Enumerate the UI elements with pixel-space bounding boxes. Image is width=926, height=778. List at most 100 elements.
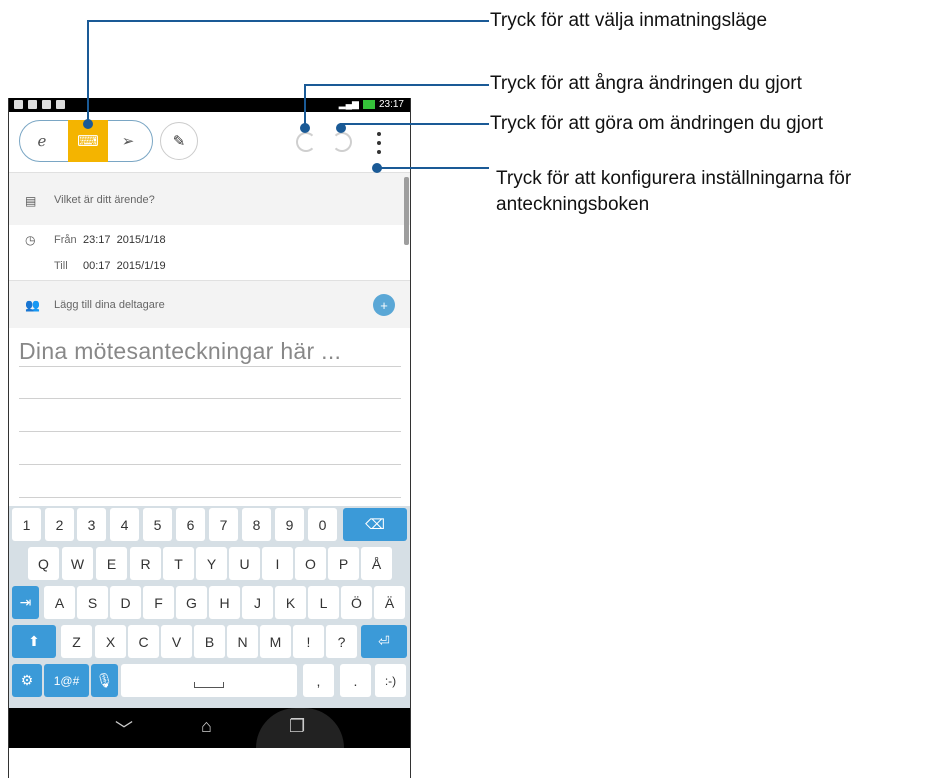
notes-placeholder: Dina mötesanteckningar här ... <box>19 338 342 364</box>
keyboard-row-numbers: 1 2 3 4 5 6 7 8 9 0 ⌫ <box>9 508 410 546</box>
toolbar: ℯ ⌨ ➢ ✎ <box>9 112 410 172</box>
undo-button[interactable] <box>296 132 316 152</box>
keyboard-icon: ⌨ <box>77 133 99 150</box>
key[interactable]: Y <box>196 547 227 580</box>
callout-line <box>376 167 489 169</box>
key[interactable]: D <box>110 586 141 619</box>
microphone-icon: 🎙 <box>95 672 114 688</box>
notes-area[interactable]: Dina mötesanteckningar här ... <box>9 328 410 506</box>
subject-icon: ▤ <box>25 194 37 208</box>
key[interactable]: V <box>161 625 192 658</box>
shift-key[interactable]: ⬆ <box>12 625 56 658</box>
key[interactable]: B <box>194 625 225 658</box>
key[interactable]: X <box>95 625 126 658</box>
key[interactable]: 9 <box>275 508 304 541</box>
people-icon: 👥 <box>25 298 40 312</box>
period-key[interactable]: . <box>340 664 371 697</box>
voice-input-key[interactable]: 🎙 <box>91 664 118 697</box>
participants-field[interactable]: 👥 Lägg till dina deltagare + <box>9 280 410 329</box>
key[interactable]: Å <box>361 547 392 580</box>
key[interactable]: L <box>308 586 339 619</box>
callout-mode-text: Tryck för att välja inmatningsläge <box>490 10 768 31</box>
comma-key[interactable]: , <box>303 664 334 697</box>
tab-key[interactable]: ⇥ <box>12 586 39 619</box>
participants-placeholder: Lägg till dina deltagare <box>54 299 165 311</box>
callout-line <box>304 84 489 86</box>
signal-icon: ▂▄▆ <box>338 99 359 109</box>
key[interactable]: T <box>163 547 194 580</box>
notification-icons <box>14 100 65 109</box>
pen-mode-button[interactable]: ➢ <box>112 125 144 157</box>
keyboard-settings-key[interactable]: ⚙ <box>12 664 42 697</box>
calendar-icon <box>14 100 23 109</box>
note-line <box>19 398 401 399</box>
to-label: Till <box>54 260 68 272</box>
keyboard-row-2: Q W E R T Y U I O P Å <box>9 547 410 585</box>
gear-icon: ⚙ <box>20 672 34 688</box>
key[interactable]: 7 <box>209 508 238 541</box>
callout-line <box>87 20 489 22</box>
scrollbar[interactable] <box>404 177 409 245</box>
from-label: Från <box>54 234 77 246</box>
key[interactable]: R <box>130 547 161 580</box>
handwriting-icon: ℯ <box>37 133 47 150</box>
key[interactable]: 1 <box>12 508 41 541</box>
tab-icon: ⇥ <box>19 594 32 610</box>
key[interactable]: C <box>128 625 159 658</box>
backspace-icon: ⌫ <box>365 516 385 532</box>
enter-key[interactable]: ⏎ <box>361 625 407 658</box>
callout-undo-text: Tryck för att ångra ändringen du gjort <box>490 73 802 94</box>
key[interactable]: Z <box>61 625 92 658</box>
callout-redo-text: Tryck för att göra om ändringen du gjort <box>490 113 824 134</box>
phone-bottom <box>9 748 410 778</box>
file-icon <box>42 100 51 109</box>
more-options-button[interactable] <box>373 132 385 154</box>
clock-icon: ◷ <box>25 233 36 247</box>
callout-line <box>87 20 89 122</box>
time-field[interactable]: ◷ Från 23:17 2015/1/18 Till 00:17 2015/1… <box>9 225 410 280</box>
brush-settings-button[interactable]: ✎ <box>160 122 198 160</box>
key[interactable]: Ö <box>341 586 372 619</box>
key[interactable]: G <box>176 586 207 619</box>
key[interactable]: 5 <box>143 508 172 541</box>
key[interactable]: 6 <box>176 508 205 541</box>
key[interactable]: N <box>227 625 258 658</box>
key[interactable]: I <box>262 547 293 580</box>
smiley-key[interactable]: :-) <box>375 664 406 697</box>
key[interactable]: M <box>260 625 291 658</box>
key[interactable]: F <box>143 586 174 619</box>
symbols-key[interactable]: 1@# <box>44 664 89 697</box>
home-button[interactable]: ⌂ <box>201 716 212 737</box>
key[interactable]: U <box>229 547 260 580</box>
key[interactable]: W <box>62 547 93 580</box>
note-line <box>19 464 401 465</box>
key[interactable]: E <box>96 547 127 580</box>
key[interactable]: A <box>44 586 75 619</box>
recents-button[interactable]: ❐ <box>289 716 305 737</box>
key[interactable]: 3 <box>77 508 106 541</box>
add-participant-icon[interactable]: + <box>373 294 395 316</box>
key[interactable]: 4 <box>110 508 139 541</box>
key[interactable]: P <box>328 547 359 580</box>
key[interactable]: O <box>295 547 326 580</box>
backspace-key[interactable]: ⌫ <box>343 508 407 541</box>
from-value: 23:17 2015/1/18 <box>83 234 166 246</box>
key[interactable]: 8 <box>242 508 271 541</box>
key[interactable]: 2 <box>45 508 74 541</box>
redo-button[interactable] <box>332 132 352 152</box>
key[interactable]: ? <box>326 625 357 658</box>
space-key[interactable] <box>121 664 297 697</box>
key[interactable]: Ä <box>374 586 405 619</box>
key[interactable]: ! <box>293 625 324 658</box>
key[interactable]: H <box>209 586 240 619</box>
note-line <box>19 431 401 432</box>
key[interactable]: 0 <box>308 508 337 541</box>
subject-field[interactable]: ▤ Vilket är ditt ärende? <box>9 172 410 226</box>
back-button[interactable]: ﹀ <box>115 716 133 742</box>
callout-line <box>304 84 306 126</box>
key[interactable]: S <box>77 586 108 619</box>
key[interactable]: K <box>275 586 306 619</box>
key[interactable]: Q <box>28 547 59 580</box>
key[interactable]: J <box>242 586 273 619</box>
handwriting-mode-button[interactable]: ℯ <box>26 125 58 157</box>
